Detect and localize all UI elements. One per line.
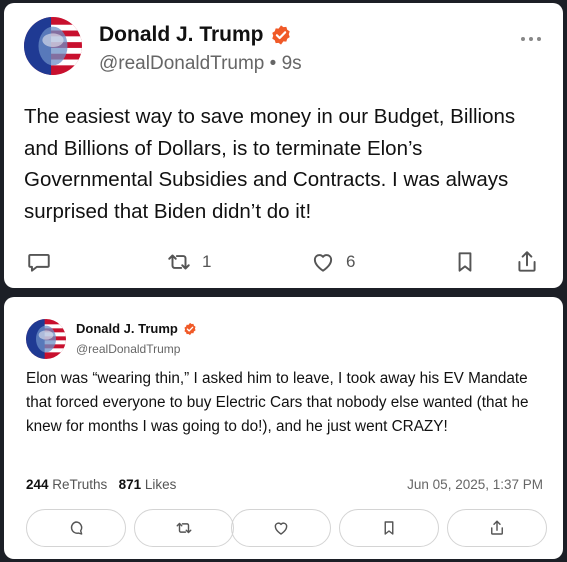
verified-badge-icon <box>270 24 292 46</box>
quoted-post-text: Elon was “wearing thin,” I asked him to … <box>26 370 529 435</box>
retruth-button[interactable] <box>134 509 234 547</box>
share-icon <box>491 520 503 535</box>
author-row: Donald J. Trump <box>99 23 292 47</box>
avatar-image <box>26 319 66 359</box>
retruth-icon <box>176 522 192 534</box>
avatar[interactable] <box>24 17 82 75</box>
engagement-counts: 244 ReTruths 871 Likes <box>26 477 176 492</box>
comment-icon <box>70 521 83 535</box>
post-stats: 244 ReTruths 871 Likes Jun 05, 2025, 1:3… <box>26 477 543 492</box>
bookmark-icon <box>458 252 472 272</box>
post-time[interactable]: 9s <box>282 53 302 74</box>
verified-badge-icon <box>183 322 197 336</box>
retruth-button[interactable]: 1 <box>166 249 211 275</box>
reply-button[interactable] <box>26 249 52 275</box>
bookmark-button[interactable] <box>339 509 439 547</box>
post-date: Jun 05, 2025, 1:37 PM <box>407 477 543 492</box>
handle-row: @realDonaldTrump • 9s <box>99 53 302 75</box>
post-card: Donald J. Trump @realDonaldTrump • 9s Th… <box>4 3 563 288</box>
likes-label[interactable]: Likes <box>145 477 177 492</box>
retruths-label[interactable]: ReTruths <box>52 477 107 492</box>
retruth-icon <box>168 254 190 270</box>
post-text: The easiest way to save money in our Bud… <box>24 105 516 223</box>
like-count: 6 <box>346 252 356 271</box>
share-button[interactable] <box>447 509 547 547</box>
action-bar: 1 6 <box>4 249 563 279</box>
share-button[interactable] <box>514 249 540 275</box>
avatar-image <box>24 17 82 75</box>
heart-icon <box>313 254 333 272</box>
separator-dot: • <box>269 53 282 74</box>
share-icon <box>518 251 536 272</box>
reply-button[interactable] <box>26 509 126 547</box>
bookmark-icon <box>384 521 394 535</box>
author-name[interactable]: Donald J. Trump <box>76 321 178 336</box>
quoted-post-card[interactable]: Donald J. Trump @realDonaldTrump Elon wa… <box>4 297 563 559</box>
avatar[interactable] <box>26 319 66 359</box>
comment-icon <box>28 253 50 272</box>
author-row: Donald J. Trump <box>76 321 197 336</box>
more-icon[interactable] <box>521 37 541 41</box>
author-name[interactable]: Donald J. Trump <box>99 23 264 47</box>
retruth-count: 1 <box>202 252 212 271</box>
like-button[interactable]: 6 <box>310 249 355 275</box>
likes-count: 871 <box>118 477 142 492</box>
author-handle[interactable]: @realDonaldTrump <box>76 342 180 356</box>
author-handle[interactable]: @realDonaldTrump <box>99 53 264 74</box>
like-button[interactable] <box>231 509 331 547</box>
bookmark-button[interactable] <box>452 249 478 275</box>
heart-icon <box>274 522 288 535</box>
retruths-count: 244 <box>26 477 49 492</box>
